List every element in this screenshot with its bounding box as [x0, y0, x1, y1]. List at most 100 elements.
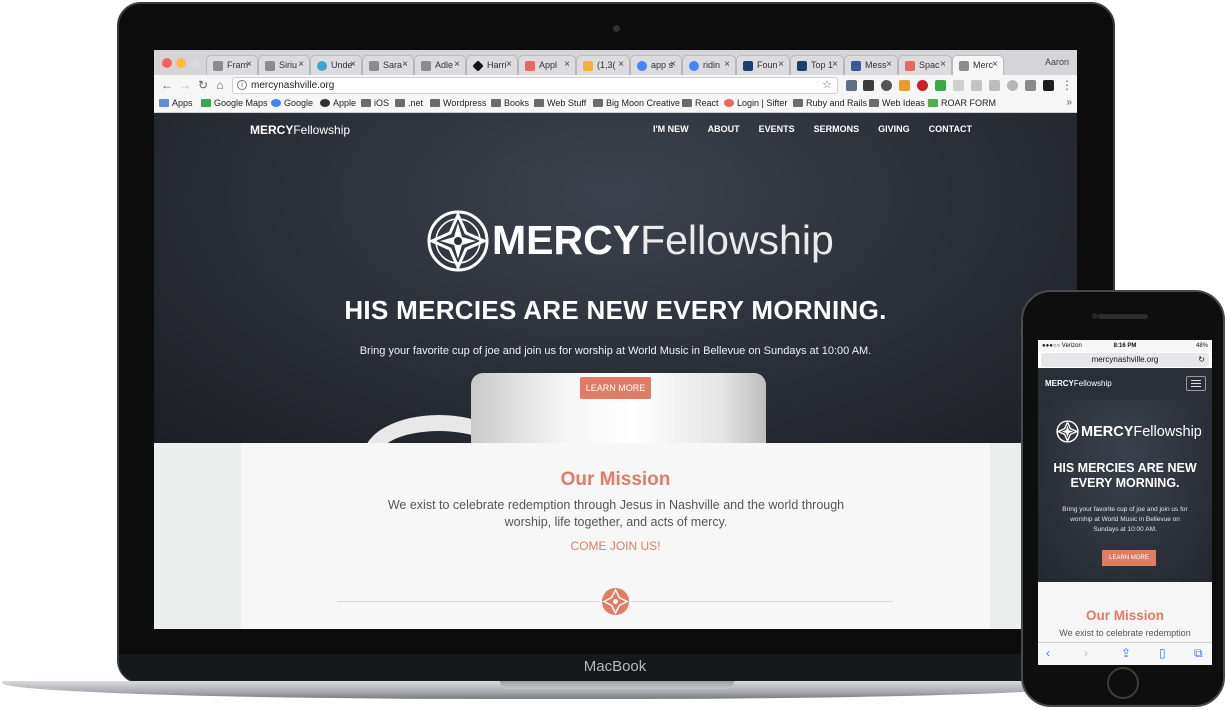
bookmarks-icon[interactable]: ▯	[1159, 646, 1166, 660]
close-tab-icon[interactable]: ×	[298, 59, 304, 70]
close-tab-icon[interactable]: ×	[832, 59, 838, 70]
extension-icon[interactable]	[971, 80, 982, 91]
bookmark-item[interactable]: Apple	[320, 98, 356, 108]
hero-logo: MERCYFellowship	[1056, 420, 1206, 446]
close-tab-icon[interactable]: ×	[350, 59, 356, 70]
site-logo[interactable]: MERCYFellowship	[1045, 379, 1112, 388]
extension-icon[interactable]	[953, 80, 964, 91]
bookmark-folder[interactable]: Wordpress	[430, 98, 486, 108]
forward-icon[interactable]: →	[178, 78, 192, 92]
page-icon	[265, 61, 275, 71]
hamburger-menu-icon[interactable]	[1186, 376, 1206, 391]
bookmark-item[interactable]: Google Maps	[201, 98, 268, 108]
clock: 8:16 PM	[1113, 343, 1137, 349]
back-icon[interactable]: ←	[160, 78, 174, 92]
mail-icon[interactable]	[1025, 80, 1036, 91]
forward-icon[interactable]: ›	[1084, 646, 1088, 660]
bookmark-folder[interactable]: iOS	[361, 98, 389, 108]
tabs-icon[interactable]: ⧉	[1194, 646, 1203, 661]
buffer-icon[interactable]	[863, 80, 874, 91]
extension-icon[interactable]	[846, 80, 857, 91]
close-window-button[interactable]	[162, 58, 172, 68]
close-tab-icon[interactable]: ×	[454, 59, 460, 70]
extension-icon[interactable]	[935, 80, 946, 91]
browser-tab[interactable]: Spac ×	[898, 55, 952, 75]
home-button[interactable]	[1107, 667, 1139, 699]
nav-giving[interactable]: GIVING	[878, 124, 910, 134]
extension-icon[interactable]	[989, 80, 1000, 91]
profile-name[interactable]: Aaron	[1045, 57, 1069, 67]
browser-tab[interactable]: Fram ×	[206, 55, 258, 75]
nav-sermons[interactable]: SERMONS	[814, 124, 860, 134]
more-bookmarks-icon[interactable]: »	[1066, 97, 1072, 108]
extension-icon[interactable]	[881, 80, 892, 91]
bookmark-folder[interactable]: Big Moon Creative	[593, 98, 680, 108]
bookmark-item[interactable]: ROAR FORM	[928, 98, 996, 108]
browser-tab[interactable]: Sara ×	[362, 55, 414, 75]
browser-tab[interactable]: Foun ×	[736, 55, 790, 75]
safari-address-bar[interactable]: mercynashville.org ↻	[1041, 353, 1209, 367]
browser-tab[interactable]: Mess ×	[844, 55, 898, 75]
bookmark-apps[interactable]: Apps	[159, 98, 193, 108]
close-tab-icon[interactable]: ×	[506, 59, 512, 70]
address-bar[interactable]: i mercynashville.org ☆	[232, 77, 838, 94]
bookmark-folder[interactable]: Ruby and Rails	[793, 98, 867, 108]
info-icon[interactable]: i	[237, 80, 247, 90]
close-tab-icon[interactable]: ×	[886, 59, 892, 70]
bookmark-folder[interactable]: .net	[395, 98, 423, 108]
folder-icon	[793, 99, 803, 107]
browser-tab[interactable]: Top 1 ×	[790, 55, 844, 75]
nav-about[interactable]: ABOUT	[708, 124, 740, 134]
close-tab-icon[interactable]: ×	[940, 59, 946, 70]
extension-icon[interactable]	[1043, 80, 1054, 91]
url-text: mercynashville.org	[251, 80, 335, 91]
extension-icon[interactable]	[1007, 80, 1018, 91]
learn-more-button[interactable]: LEARN MORE	[580, 377, 651, 399]
menu-icon[interactable]: ⋮	[1061, 78, 1073, 92]
browser-tab[interactable]: Appl ×	[518, 55, 576, 75]
bookmark-folder[interactable]: Web Stuff	[534, 98, 586, 108]
mission-title: Our Mission	[1085, 608, 1164, 623]
browser-tab[interactable]: Siriu ×	[258, 55, 310, 75]
home-icon[interactable]: ⌂	[213, 78, 227, 92]
bookmark-folder[interactable]: Books	[491, 98, 529, 108]
browser-tab[interactable]: ridin ×	[682, 55, 736, 75]
site-logo[interactable]: MERCYFellowship	[250, 123, 350, 137]
back-icon[interactable]: ‹	[1046, 646, 1050, 660]
learn-more-button[interactable]: LEARN MORE	[1102, 550, 1156, 566]
minimize-window-button[interactable]	[176, 58, 186, 68]
bookmark-star-icon[interactable]: ☆	[822, 78, 832, 91]
browser-tab-active[interactable]: Merc ×	[952, 55, 1004, 75]
bookmark-folder[interactable]: React	[682, 98, 719, 108]
nav-events[interactable]: EVENTS	[759, 124, 795, 134]
diamond-icon	[472, 60, 484, 72]
reload-icon[interactable]: ↻	[196, 78, 210, 92]
bookmark-item[interactable]: Login | Sifter	[724, 98, 787, 108]
close-tab-icon[interactable]: ×	[992, 59, 998, 70]
browser-tab[interactable]: Harri ×	[466, 55, 518, 75]
close-tab-icon[interactable]: ×	[778, 59, 784, 70]
bookmark-item[interactable]: Google	[271, 98, 313, 108]
site-nav: I'M NEW ABOUT EVENTS SERMONS GIVING CONT…	[653, 124, 972, 134]
close-tab-icon[interactable]: ×	[564, 59, 570, 70]
come-join-us-link[interactable]: COME JOIN US!	[241, 539, 990, 553]
pinterest-icon[interactable]	[917, 80, 928, 91]
browser-tab[interactable]: app s ×	[630, 55, 682, 75]
nav-contact[interactable]: CONTACT	[929, 124, 972, 134]
nav-im-new[interactable]: I'M NEW	[653, 124, 689, 134]
bookmark-folder[interactable]: Web Ideas	[869, 98, 925, 108]
close-tab-icon[interactable]: ×	[724, 59, 730, 70]
amazon-icon[interactable]	[899, 80, 910, 91]
close-tab-icon[interactable]: ×	[402, 59, 408, 70]
browser-tab[interactable]: (1,3(×	[576, 55, 630, 75]
maximize-window-button[interactable]	[190, 58, 200, 68]
browser-tab[interactable]: Unde ×	[310, 55, 362, 75]
share-icon[interactable]: ⇪	[1121, 646, 1131, 660]
reload-icon[interactable]: ↻	[1198, 353, 1205, 367]
celtic-cross-icon	[1056, 420, 1079, 443]
close-tab-icon[interactable]: ×	[246, 59, 252, 70]
browser-tab[interactable]: Adle ×	[414, 55, 466, 75]
close-tab-icon[interactable]: ×	[670, 59, 676, 70]
mission-title: Our Mission	[560, 469, 671, 490]
close-tab-icon[interactable]: ×	[618, 59, 624, 70]
